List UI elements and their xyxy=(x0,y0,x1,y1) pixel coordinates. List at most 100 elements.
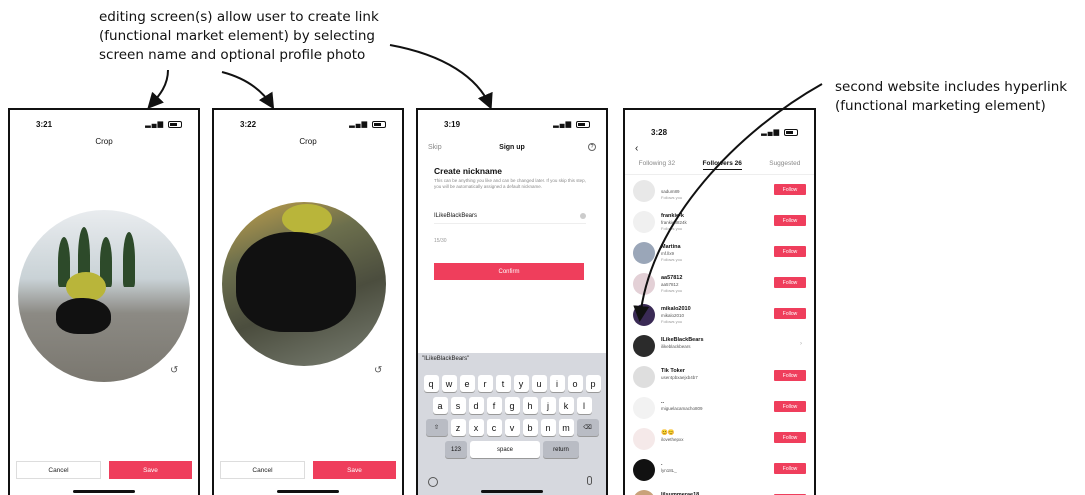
key-s[interactable]: s xyxy=(450,397,466,414)
home-indicator xyxy=(277,490,339,493)
key-i[interactable]: i xyxy=(549,375,565,392)
follower-row[interactable]: sadum89 Follows you Follow xyxy=(633,176,806,207)
follow-button[interactable]: Follow xyxy=(774,432,806,443)
key-u[interactable]: u xyxy=(531,375,547,392)
follow-button[interactable]: Follow xyxy=(774,370,806,381)
save-button[interactable]: Save xyxy=(109,461,192,479)
follower-row[interactable]: mikalo2010 mikalo2010 Follows you Follow xyxy=(633,300,806,331)
follow-button[interactable]: Follow xyxy=(774,401,806,412)
avatar[interactable] xyxy=(633,304,655,326)
tab-followers[interactable]: Followers 26 xyxy=(702,160,742,170)
confirm-button[interactable]: Confirm xyxy=(434,263,584,280)
key-f[interactable]: f xyxy=(486,397,502,414)
key-o[interactable]: o xyxy=(567,375,583,392)
key-k[interactable]: k xyxy=(558,397,574,414)
avatar[interactable] xyxy=(633,242,655,264)
page-title: Crop xyxy=(95,137,113,146)
rotate-icon[interactable]: ↺ xyxy=(170,365,178,376)
delete-key[interactable]: ⌫ xyxy=(576,419,599,436)
key-p[interactable]: p xyxy=(585,375,601,392)
avatar[interactable] xyxy=(633,459,655,481)
key-j[interactable]: j xyxy=(540,397,556,414)
key-h[interactable]: h xyxy=(522,397,538,414)
follows-you-label: Follows you xyxy=(661,257,683,262)
tab-following[interactable]: Following 32 xyxy=(639,160,676,170)
cancel-button[interactable]: Cancel xyxy=(220,461,305,479)
tab-suggested[interactable]: Suggested xyxy=(769,160,800,170)
follower-username: mf.llx9 xyxy=(661,251,675,256)
save-button[interactable]: Save xyxy=(313,461,396,479)
key-c[interactable]: c xyxy=(486,419,502,436)
crop-preview-photo[interactable] xyxy=(18,210,190,382)
emoji-icon[interactable] xyxy=(428,477,438,487)
follower-row[interactable]: lilsummerae18sharrn_osagFollow xyxy=(633,486,806,495)
cancel-button[interactable]: Cancel xyxy=(16,461,101,479)
key-n[interactable]: n xyxy=(540,419,556,436)
avatar[interactable] xyxy=(633,397,655,419)
nickname-input[interactable]: ILikeBlackBears xyxy=(434,213,586,224)
crop-preview-photo[interactable] xyxy=(222,202,386,366)
key-q[interactable]: q xyxy=(423,375,439,392)
key-l[interactable]: l xyxy=(576,397,592,414)
key-g[interactable]: g xyxy=(504,397,520,414)
return-key[interactable]: return xyxy=(543,441,579,458)
chevron-right-icon[interactable]: › xyxy=(800,341,802,347)
shift-key[interactable]: ⇧ xyxy=(425,419,448,436)
bush-shape xyxy=(282,204,332,234)
numbers-key[interactable]: 123 xyxy=(445,441,467,458)
follower-row[interactable]: aa57812 aa57812 Follows you Follow xyxy=(633,269,806,300)
keyboard: "ILikeBlackBears" qwertyuiop asdfghjkl ⇧… xyxy=(418,353,606,495)
follow-button[interactable]: Follow xyxy=(774,246,806,257)
key-t[interactable]: t xyxy=(495,375,511,392)
follower-row[interactable]: frankie-k frankie8824k Follows you Follow xyxy=(633,207,806,238)
phone-signup-screen: 3:19 ▂▄▆ Skip Sign up ? Create nickname … xyxy=(416,108,608,495)
keyboard-suggestion[interactable]: "ILikeBlackBears" xyxy=(422,356,469,362)
follower-name: aa57812 xyxy=(661,275,683,281)
follow-button[interactable]: Follow xyxy=(774,277,806,288)
back-arrow-icon[interactable]: ‹ xyxy=(635,143,638,154)
annotation-line: second website includes hyperlink xyxy=(835,79,1068,95)
key-m[interactable]: m xyxy=(558,419,574,436)
follower-row[interactable]: .. miguelacamacho809 Follow xyxy=(633,393,806,424)
help-icon[interactable]: ? xyxy=(588,143,596,151)
status-time: 3:21 xyxy=(36,120,53,129)
key-a[interactable]: a xyxy=(432,397,448,414)
avatar[interactable] xyxy=(633,335,655,357)
avatar[interactable] xyxy=(633,428,655,450)
avatar[interactable] xyxy=(633,211,655,233)
key-z[interactable]: z xyxy=(450,419,466,436)
follower-row[interactable]: ILikeBlackBears ilikeblackbears › xyxy=(633,331,806,362)
follower-row[interactable]: Martina mf.llx9 Follows you Follow xyxy=(633,238,806,269)
phone-crop-screen-2: 3:22 ▂▄▆ Crop ↺ Cancel Save xyxy=(212,108,404,495)
follows-you-label: Follows you xyxy=(661,288,683,293)
avatar[interactable] xyxy=(633,366,655,388)
key-e[interactable]: e xyxy=(459,375,475,392)
key-x[interactable]: x xyxy=(468,419,484,436)
follower-username: mikalo2010 xyxy=(661,313,685,318)
avatar[interactable] xyxy=(633,180,655,202)
microphone-icon[interactable] xyxy=(587,476,592,485)
page-title: Sign up xyxy=(499,144,525,151)
space-key[interactable]: space xyxy=(470,441,540,458)
follower-row[interactable]: 😊😊 ilovethepxx Follow xyxy=(633,424,806,455)
follow-button[interactable]: Follow xyxy=(774,308,806,319)
follower-row[interactable]: Tik Toker user4pbxaejxb4b7 Follow xyxy=(633,362,806,393)
follower-name: mikalo2010 xyxy=(661,306,691,312)
rotate-icon[interactable]: ↺ xyxy=(374,365,382,376)
battery-icon xyxy=(372,121,386,128)
avatar[interactable] xyxy=(633,490,655,495)
key-w[interactable]: w xyxy=(441,375,457,392)
key-y[interactable]: y xyxy=(513,375,529,392)
character-counter: 15/30 xyxy=(434,238,447,244)
follow-button[interactable]: Follow xyxy=(774,215,806,226)
avatar[interactable] xyxy=(633,273,655,295)
key-r[interactable]: r xyxy=(477,375,493,392)
key-b[interactable]: b xyxy=(522,419,538,436)
key-d[interactable]: d xyxy=(468,397,484,414)
follower-row[interactable]: . lyn18L_ Follow xyxy=(633,455,806,486)
follow-button[interactable]: Follow xyxy=(774,463,806,474)
signal-icon: ▂▄▆ xyxy=(349,121,368,128)
key-v[interactable]: v xyxy=(504,419,520,436)
clear-icon[interactable] xyxy=(580,213,586,219)
follow-button[interactable]: Follow xyxy=(774,184,806,195)
